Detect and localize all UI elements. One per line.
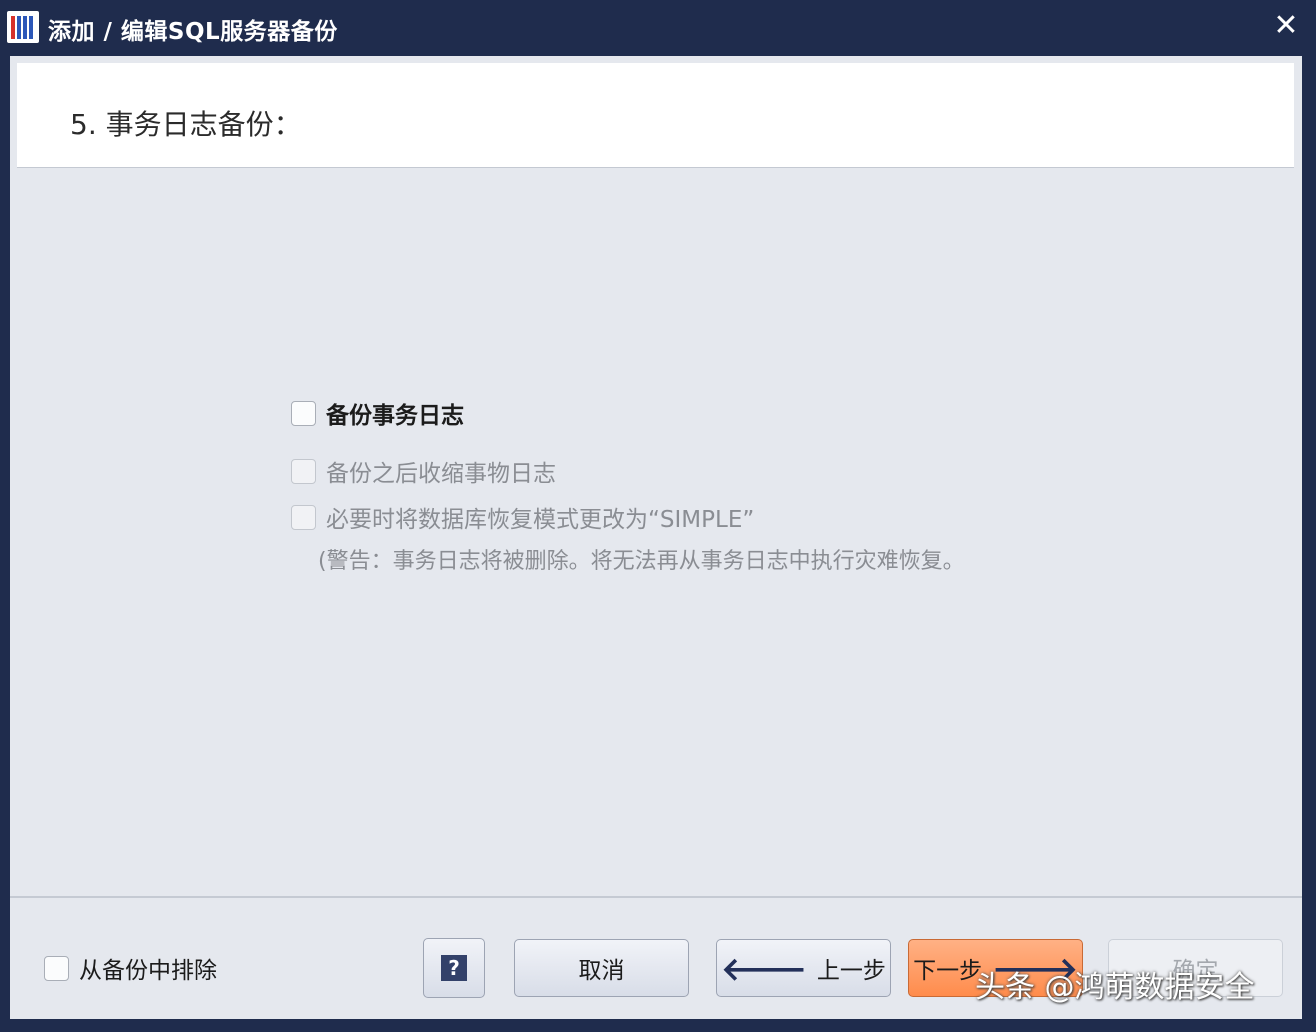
shrink-log-checkbox [291,458,316,484]
next-button[interactable]: 下一步 🡒 [908,939,1083,997]
ok-label: 确定 [1172,958,1219,984]
arrow-left-icon: 🡐 [721,949,807,988]
close-icon[interactable]: ✕ [1268,8,1304,44]
back-button[interactable]: 🡐 上一步 [716,939,891,997]
window-title: 添加 / 编辑SQL服务器备份 [48,19,338,45]
warning-text: (警告：事务日志将被删除。将无法再从事务日志中执行灾难恢复。 [318,549,965,574]
back-label: 上一步 [816,958,886,984]
simple-mode-option: 必要时将数据库恢复模式更改为“SIMPLE” [291,500,754,534]
exclude-option[interactable]: 从备份中排除 [44,951,217,985]
app-logo-icon [7,11,39,43]
shrink-log-label: 备份之后收缩事物日志 [326,461,556,487]
page-title: 5. 事务日志备份： [70,108,302,141]
help-button[interactable]: ? [423,938,485,998]
backup-log-checkbox[interactable] [291,400,316,426]
arrow-right-icon: 🡒 [992,949,1078,988]
cancel-button[interactable]: 取消 [514,939,689,997]
exclude-checkbox[interactable] [44,955,69,981]
help-icon: ? [441,955,467,981]
simple-mode-checkbox [291,504,316,530]
exclude-label[interactable]: 从备份中排除 [79,951,217,985]
backup-log-label[interactable]: 备份事务日志 [326,396,464,430]
title-bar: 添加 / 编辑SQL服务器备份 ✕ [0,0,1316,56]
dialog-body: 5. 事务日志备份： 备份事务日志 备份之后收缩事物日志 必要时将数据库恢复模式… [10,56,1302,1019]
footer-divider [10,896,1302,898]
cancel-label: 取消 [578,958,625,984]
backup-log-option[interactable]: 备份事务日志 [291,396,464,430]
ok-button: 确定 [1108,939,1283,997]
next-label: 下一步 [913,958,983,984]
simple-mode-label: 必要时将数据库恢复模式更改为“SIMPLE” [326,507,755,533]
shrink-log-option: 备份之后收缩事物日志 [291,454,556,488]
step-header: 5. 事务日志备份： [17,63,1294,168]
